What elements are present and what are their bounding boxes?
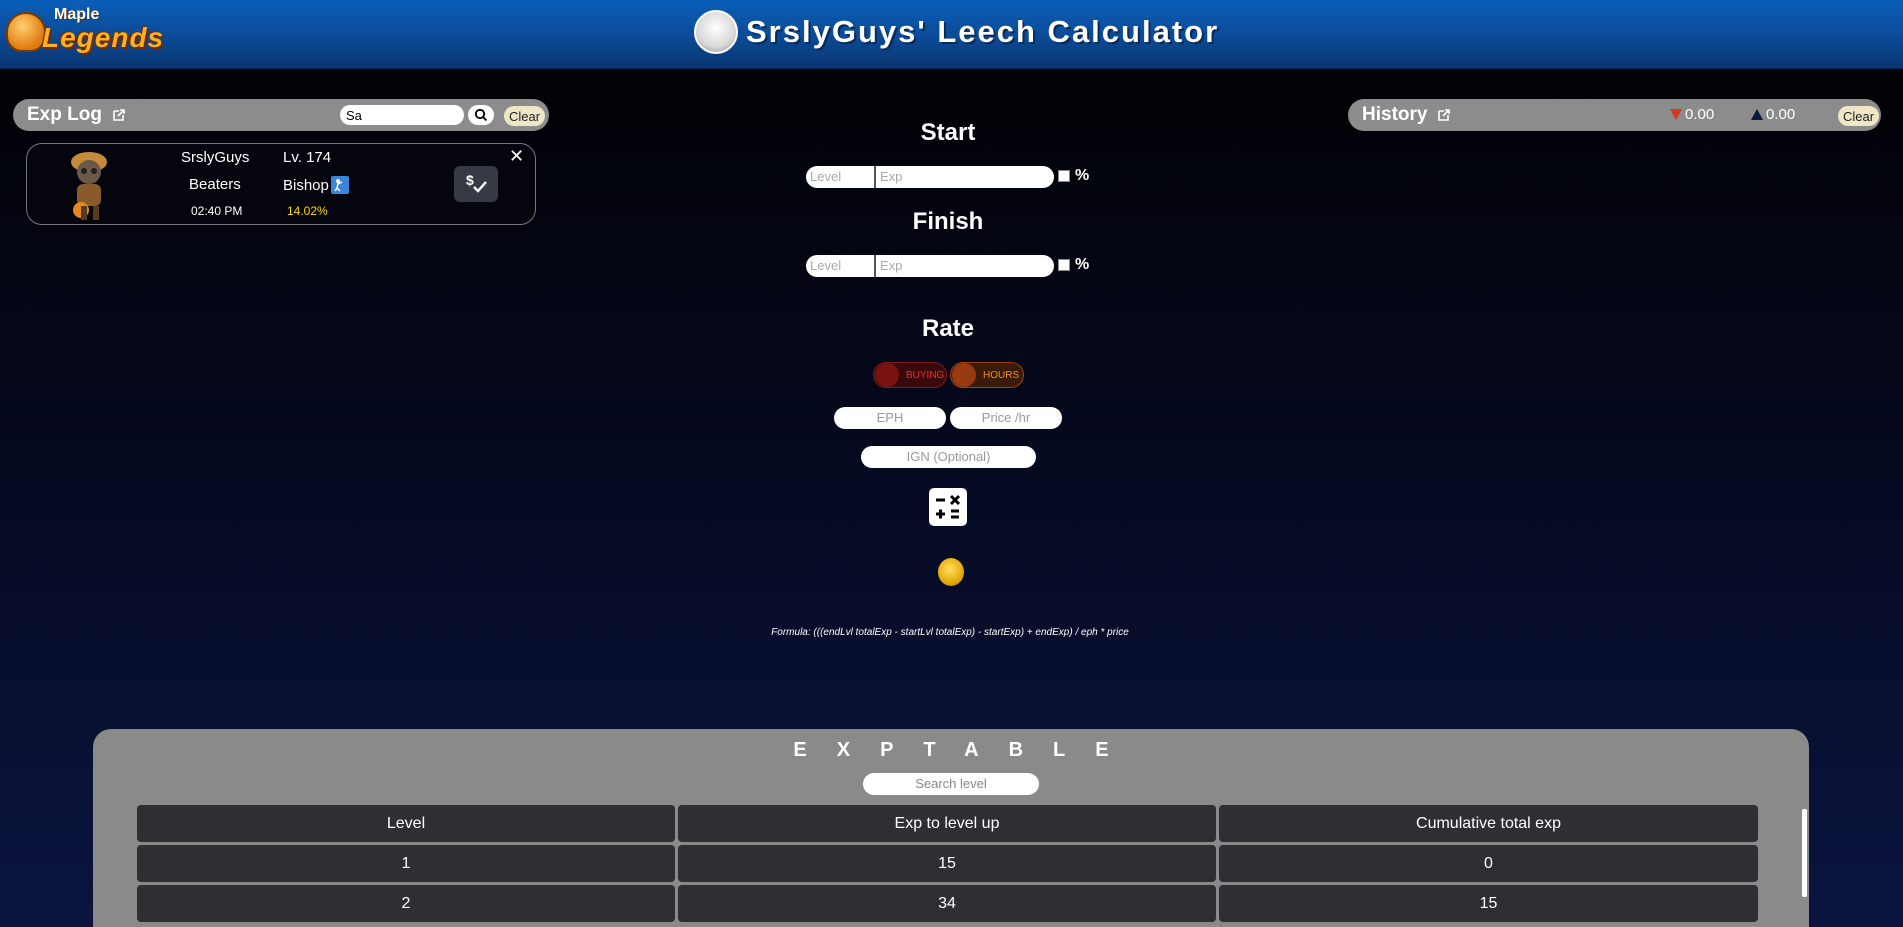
job-icon: [330, 176, 349, 194]
table-cell: 1: [137, 845, 675, 882]
start-percent-toggle[interactable]: %: [1058, 167, 1089, 185]
page-title-group: SrslyGuys' Leech Calculator: [694, 8, 1219, 56]
start-level-input[interactable]: Level: [806, 166, 876, 188]
table-scrollbar[interactable]: [1802, 809, 1807, 897]
down-triangle-icon: [1670, 109, 1682, 120]
history-down-total: 0.00: [1670, 106, 1714, 123]
calculator-icon: [936, 494, 961, 519]
toggle-knob: [875, 363, 899, 387]
log-character-level: Lv. 174: [283, 149, 332, 166]
percent-label: %: [1075, 256, 1090, 273]
finish-heading: Finish: [912, 208, 984, 235]
exp-log-entry: SrslyGuys Lv. 174 Beaters Bishop 02:40 P…: [26, 143, 536, 225]
header-bar: Maple Legends SrslyGuys' Leech Calculato…: [0, 0, 1903, 69]
character-sprite-icon: [71, 152, 107, 220]
table-row: 2 34 15: [137, 885, 1758, 922]
avatar-icon: [694, 10, 738, 54]
maplelegends-logo[interactable]: Maple Legends: [6, 6, 176, 54]
table-cell: 2: [137, 885, 675, 922]
hours-toggle[interactable]: HOURS: [950, 362, 1024, 388]
down-value: 0.00: [1685, 106, 1715, 123]
logo-main-text: Legends: [42, 22, 165, 53]
history-up-total: 0.00: [1751, 106, 1795, 123]
history-clear-button[interactable]: Clear: [1838, 106, 1880, 126]
start-heading: Start: [920, 119, 976, 146]
level-search-input[interactable]: Search level: [863, 773, 1039, 795]
column-header[interactable]: Cumulative total exp: [1219, 805, 1758, 842]
finish-percent-toggle[interactable]: %: [1058, 256, 1089, 274]
start-percent-checkbox[interactable]: [1058, 170, 1070, 182]
exp-log-clear-button[interactable]: Clear: [504, 106, 546, 126]
rate-heading: Rate: [921, 315, 975, 342]
eph-input[interactable]: EPH: [834, 407, 946, 429]
toggle-knob: [952, 363, 976, 387]
history-bar: History 0.00 0.00 Clear: [1348, 99, 1881, 131]
log-time: 02:40 PM: [191, 204, 243, 218]
log-exp-percent: 14.02%: [287, 204, 328, 218]
dollar-check-icon: $: [466, 172, 487, 193]
search-button[interactable]: [468, 105, 494, 125]
buying-toggle[interactable]: BUYING: [873, 362, 947, 388]
table-header-row: Level Exp to level up Cumulative total e…: [137, 805, 1758, 842]
ign-input[interactable]: IGN (Optional): [861, 446, 1036, 468]
formula-text: Formula: (((endLvl totalExp - startLvl t…: [771, 627, 1129, 638]
log-character-guild: Beaters: [189, 176, 241, 193]
column-header[interactable]: Level: [137, 805, 675, 842]
calculate-button[interactable]: [929, 488, 967, 526]
up-value: 0.00: [1766, 106, 1796, 123]
table-cell: 15: [678, 845, 1216, 882]
exp-log-bar: Exp Log Clear: [13, 99, 549, 131]
mushroom-icon: [6, 12, 46, 52]
table-cell: 15: [1219, 885, 1758, 922]
finish-inputs: Level Exp: [806, 255, 1054, 277]
page-title: SrslyGuys' Leech Calculator: [746, 14, 1220, 49]
up-triangle-icon: [1751, 109, 1763, 120]
exp-log-search-input[interactable]: [340, 105, 464, 125]
svg-text:$: $: [466, 172, 474, 188]
log-character-job: Bishop: [283, 176, 349, 194]
external-link-icon[interactable]: [1437, 108, 1451, 122]
table-cell: 34: [678, 885, 1216, 922]
exp-table-heading: EXPTABLE: [793, 739, 1139, 761]
buying-label: BUYING: [906, 369, 945, 381]
mark-paid-button[interactable]: $: [454, 166, 498, 202]
price-per-hour-input[interactable]: Price /hr: [950, 407, 1062, 429]
search-icon: [474, 108, 488, 122]
finish-level-input[interactable]: Level: [806, 255, 876, 277]
percent-label: %: [1075, 167, 1090, 184]
exp-log-title: Exp Log: [27, 104, 102, 125]
table-row: 1 15 0: [137, 845, 1758, 882]
exp-table-panel: EXPTABLE Search level Level Exp to level…: [93, 729, 1809, 927]
log-character-name: SrslyGuys: [181, 149, 250, 166]
meso-coin-icon: [938, 558, 964, 586]
finish-exp-input[interactable]: Exp: [876, 255, 1054, 277]
hours-label: HOURS: [983, 369, 1020, 381]
start-inputs: Level Exp: [806, 166, 1054, 188]
history-title: History: [1362, 104, 1428, 125]
start-exp-input[interactable]: Exp: [876, 166, 1054, 188]
table-cell: 0: [1219, 845, 1758, 882]
external-link-icon[interactable]: [112, 108, 126, 122]
job-label: Bishop: [283, 176, 329, 194]
finish-percent-checkbox[interactable]: [1058, 259, 1070, 271]
close-icon[interactable]: ✕: [509, 146, 524, 167]
column-header[interactable]: Exp to level up: [678, 805, 1216, 842]
